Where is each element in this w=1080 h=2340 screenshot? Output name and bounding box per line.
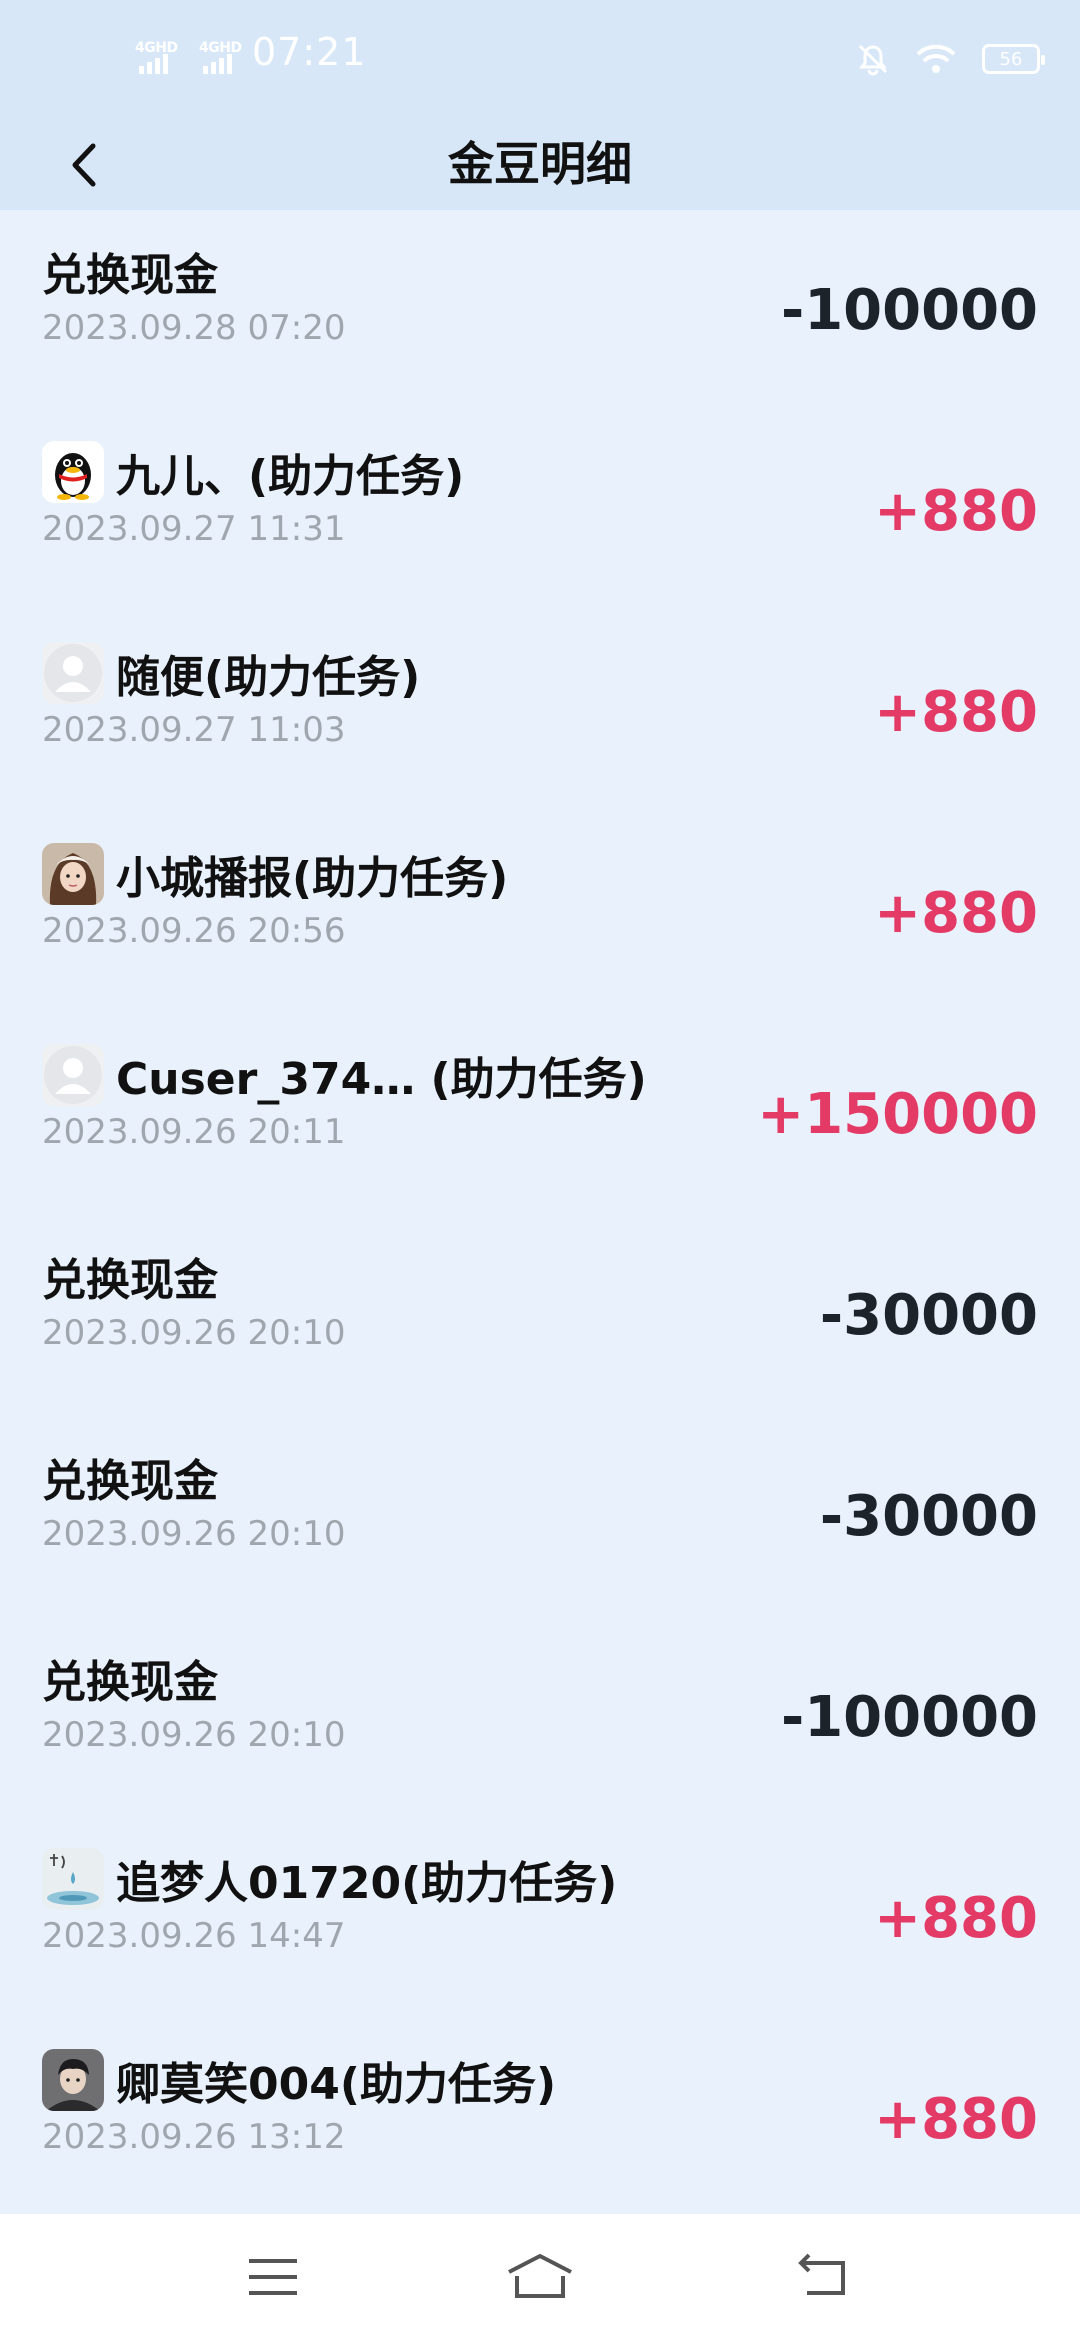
menu-icon — [249, 2259, 297, 2295]
signal-icon: 4GHD — [135, 38, 185, 78]
record-amount: -30000 — [819, 1484, 1038, 1549]
avatar — [42, 1044, 104, 1106]
avatar — [42, 2049, 104, 2111]
record-name: 追梦人01720(助力任务) — [116, 1858, 618, 1909]
record-row[interactable]: 追梦人01720(助力任务) 2023.09.26 14:47 +880 — [0, 1818, 1080, 2019]
record-date: 2023.09.26 20:10 — [42, 1514, 346, 1554]
return-button[interactable] — [768, 2242, 878, 2312]
record-row[interactable]: 九儿、(助力任务) 2023.09.27 11:31 +880 — [0, 411, 1080, 612]
record-amount: -30000 — [819, 1283, 1038, 1348]
record-name: Cuser_374… (助力任务) — [116, 1054, 647, 1105]
record-title-line: 九儿、(助力任务) — [42, 439, 464, 505]
record-name: 小城播报(助力任务) — [116, 853, 509, 904]
record-title-line: Cuser_374… (助力任务) — [42, 1042, 647, 1108]
record-amount: +880 — [874, 479, 1038, 544]
record-name: 兑换现金 — [42, 1456, 218, 1507]
record-name: 兑换现金 — [42, 1255, 218, 1306]
record-row[interactable]: Cuser_374… (助力任务) 2023.09.26 20:11 +150000 — [0, 1014, 1080, 1215]
page-title: 金豆明细 — [448, 137, 632, 191]
return-icon — [798, 2253, 845, 2295]
home-icon — [508, 2254, 572, 2298]
page-header: 金豆明细 — [0, 120, 1080, 210]
record-date: 2023.09.26 13:12 — [42, 2117, 346, 2157]
record-name: 随便(助力任务) — [116, 652, 421, 703]
record-name: 九儿、(助力任务) — [116, 451, 465, 502]
record-row[interactable]: 小城播报(助力任务) 2023.09.26 20:56 +880 — [0, 813, 1080, 1014]
avatar — [42, 441, 104, 503]
battery-icon: 56 — [982, 44, 1045, 74]
record-title-line: 小城播报(助力任务) — [42, 841, 508, 907]
record-date: 2023.09.26 20:10 — [42, 1715, 346, 1755]
record-date: 2023.09.27 11:03 — [42, 710, 346, 750]
record-row[interactable]: 卿莫笑004(助力任务) 2023.09.26 13:12 +880 — [0, 2019, 1080, 2220]
record-amount: -100000 — [780, 1685, 1038, 1750]
record-date: 2023.09.26 14:47 — [42, 1916, 346, 1956]
record-amount: -100000 — [780, 278, 1038, 343]
record-title-line: 兑换现金 — [42, 1444, 218, 1510]
record-name: 卿莫笑004(助力任务) — [116, 2059, 557, 2110]
record-date: 2023.09.26 20:10 — [42, 1313, 346, 1353]
record-title-line: 兑换现金 — [42, 1645, 218, 1711]
bell-off-icon — [858, 44, 888, 76]
avatar — [42, 1848, 104, 1910]
record-amount: +880 — [874, 881, 1038, 946]
signal-icon: 4GHD — [199, 38, 249, 78]
battery-level: 56 — [999, 48, 1023, 70]
record-title-line: 兑换现金 — [42, 238, 218, 304]
wifi-icon — [916, 44, 956, 73]
record-row[interactable]: 兑换现金 2023.09.26 20:10 -30000 — [0, 1416, 1080, 1617]
record-row[interactable]: 兑换现金 2023.09.26 20:10 -100000 — [0, 1617, 1080, 1818]
home-button[interactable] — [485, 2242, 595, 2312]
network-indicators: 4GHD 4GHD — [135, 38, 249, 78]
record-title-line: 追梦人01720(助力任务) — [42, 1846, 617, 1912]
record-amount: +880 — [874, 1886, 1038, 1951]
avatar — [42, 642, 104, 704]
record-title-line: 兑换现金 — [42, 1243, 218, 1309]
record-date: 2023.09.28 07:20 — [42, 308, 346, 348]
record-amount: +150000 — [757, 1082, 1038, 1147]
record-amount: +880 — [874, 680, 1038, 745]
record-name: 兑换现金 — [42, 1657, 218, 1708]
record-date: 2023.09.26 20:56 — [42, 911, 346, 951]
system-nav-bar — [0, 2214, 1080, 2340]
record-row[interactable]: 兑换现金 2023.09.28 07:20 -100000 — [0, 210, 1080, 411]
avatar — [42, 843, 104, 905]
record-amount: +880 — [874, 2087, 1038, 2152]
record-date: 2023.09.26 20:11 — [42, 1112, 346, 1152]
menu-button[interactable] — [218, 2242, 328, 2312]
record-row[interactable]: 随便(助力任务) 2023.09.27 11:03 +880 — [0, 612, 1080, 813]
record-title-line: 随便(助力任务) — [42, 640, 420, 706]
record-row[interactable]: 兑换现金 2023.09.26 20:10 -30000 — [0, 1215, 1080, 1416]
status-bar: 4GHD 4GHD 07:21 56 — [0, 0, 1080, 120]
top-bar: 4GHD 4GHD 07:21 56 金豆明细 — [0, 0, 1080, 210]
record-title-line: 卿莫笑004(助力任务) — [42, 2047, 556, 2113]
record-date: 2023.09.27 11:31 — [42, 509, 346, 549]
record-list: 兑换现金 2023.09.28 07:20 -100000 九儿、(助力任务) 2023… — [0, 210, 1080, 2220]
record-name: 兑换现金 — [42, 250, 218, 301]
status-time: 07:21 — [252, 30, 367, 74]
